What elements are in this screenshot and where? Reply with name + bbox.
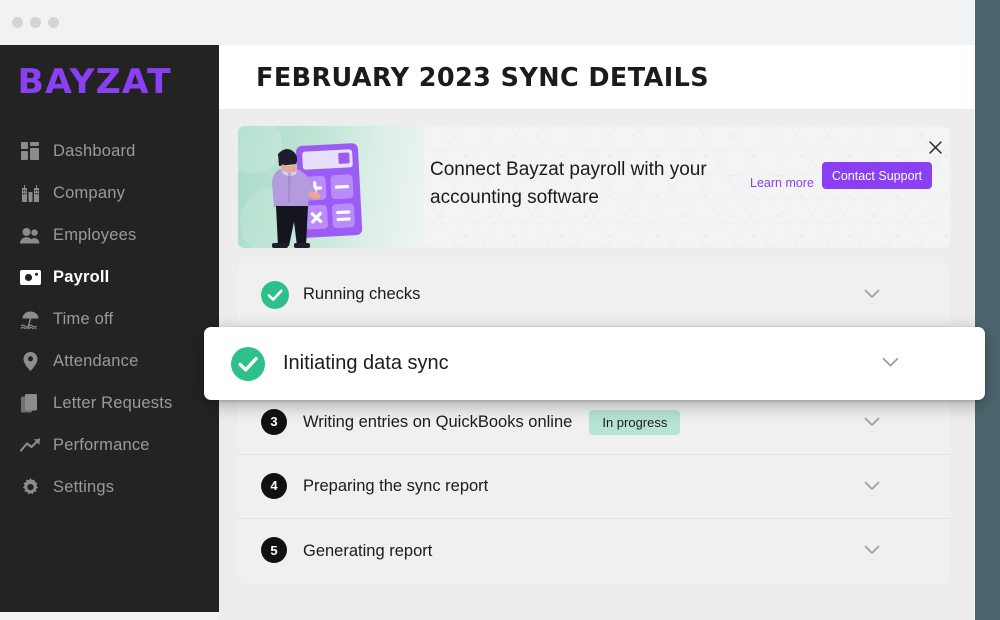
step-row[interactable]: 3 Writing entries on QuickBooks online I… [238, 391, 950, 455]
sidebar-item-performance[interactable]: Performance [0, 424, 219, 466]
buildings-icon [19, 183, 41, 203]
location-pin-icon [19, 351, 41, 371]
sidebar: BAYZAT Dashboard Company Employees Payro… [0, 45, 219, 612]
beach-umbrella-icon [19, 309, 41, 329]
maximize-window-button[interactable] [48, 17, 59, 28]
banner-headline: Connect Bayzat payroll with your account… [430, 159, 707, 208]
sidebar-item-company[interactable]: Company [0, 172, 219, 214]
sidebar-item-letter-requests[interactable]: Letter Requests [0, 382, 219, 424]
trending-up-icon [19, 435, 41, 455]
sidebar-item-attendance[interactable]: Attendance [0, 340, 219, 382]
learn-more-link[interactable]: Learn more [750, 176, 814, 190]
banknote-icon [19, 267, 41, 287]
minimize-window-button[interactable] [30, 17, 41, 28]
step-label: Initiating data sync [283, 352, 449, 374]
step-row[interactable]: 4 Preparing the sync report [238, 455, 950, 519]
close-icon[interactable] [924, 136, 946, 158]
sidebar-item-label: Payroll [53, 267, 110, 286]
step-label: Running checks [303, 285, 421, 303]
sidebar-item-label: Dashboard [53, 141, 136, 160]
chevron-down-icon[interactable] [864, 286, 880, 304]
people-icon [19, 225, 41, 245]
traffic-light-buttons [12, 17, 59, 28]
step-number: 3 [261, 408, 287, 435]
step-row[interactable]: 5 Generating report [238, 519, 950, 583]
sidebar-item-employees[interactable]: Employees [0, 214, 219, 256]
sidebar-item-label: Attendance [53, 351, 139, 370]
check-circle-icon [231, 346, 265, 381]
sync-steps-list: Running checks 3 Writing entries on Quic… [238, 263, 950, 583]
step-number-badge: 3 [261, 408, 289, 437]
dashboard-grid-icon [19, 141, 41, 161]
sidebar-item-settings[interactable]: Settings [0, 466, 219, 508]
step-number-badge: 4 [261, 472, 289, 501]
window-titlebar [0, 0, 975, 45]
sidebar-item-label: Employees [53, 225, 137, 244]
step-label: Preparing the sync report [303, 477, 489, 495]
browser-window: BAYZAT Dashboard Company Employees Payro… [0, 0, 975, 620]
chevron-down-icon[interactable] [882, 355, 899, 373]
step-row[interactable]: Running checks [238, 263, 950, 327]
status-badge: In progress [589, 410, 681, 435]
promo-banner: Connect Bayzat payroll with your account… [238, 126, 950, 248]
documents-icon [19, 393, 41, 413]
sidebar-item-label: Time off [53, 309, 114, 328]
sidebar-item-payroll[interactable]: Payroll [0, 256, 219, 298]
highlighted-step-card[interactable]: Initiating data sync [204, 327, 985, 400]
sidebar-item-time-off[interactable]: Time off [0, 298, 219, 340]
step-number-badge: 5 [261, 537, 289, 565]
page-header: FEBRUARY 2023 SYNC DETAILS [219, 45, 975, 109]
check-circle-icon [261, 280, 289, 309]
sidebar-item-label: Letter Requests [53, 393, 173, 412]
sidebar-nav: Dashboard Company Employees Payroll Time… [0, 130, 219, 508]
page-title: FEBRUARY 2023 SYNC DETAILS [256, 63, 710, 93]
sidebar-item-label: Company [53, 183, 126, 202]
sidebar-item-label: Performance [53, 435, 150, 454]
sidebar-item-dashboard[interactable]: Dashboard [0, 130, 219, 172]
contact-support-button[interactable]: Contact Support [822, 162, 932, 189]
step-label: Writing entries on QuickBooks online [303, 413, 573, 431]
chevron-down-icon[interactable] [864, 414, 880, 432]
sidebar-item-label: Settings [53, 477, 115, 496]
close-window-button[interactable] [12, 17, 23, 28]
bayzat-logo[interactable]: BAYZAT [17, 62, 171, 102]
chevron-down-icon[interactable] [864, 478, 880, 496]
chevron-down-icon[interactable] [864, 542, 880, 560]
step-number: 5 [261, 537, 287, 563]
step-number: 4 [261, 472, 287, 499]
step-label: Generating report [303, 541, 433, 560]
gear-icon [19, 477, 41, 497]
person-with-calculator-illustration [238, 126, 424, 248]
